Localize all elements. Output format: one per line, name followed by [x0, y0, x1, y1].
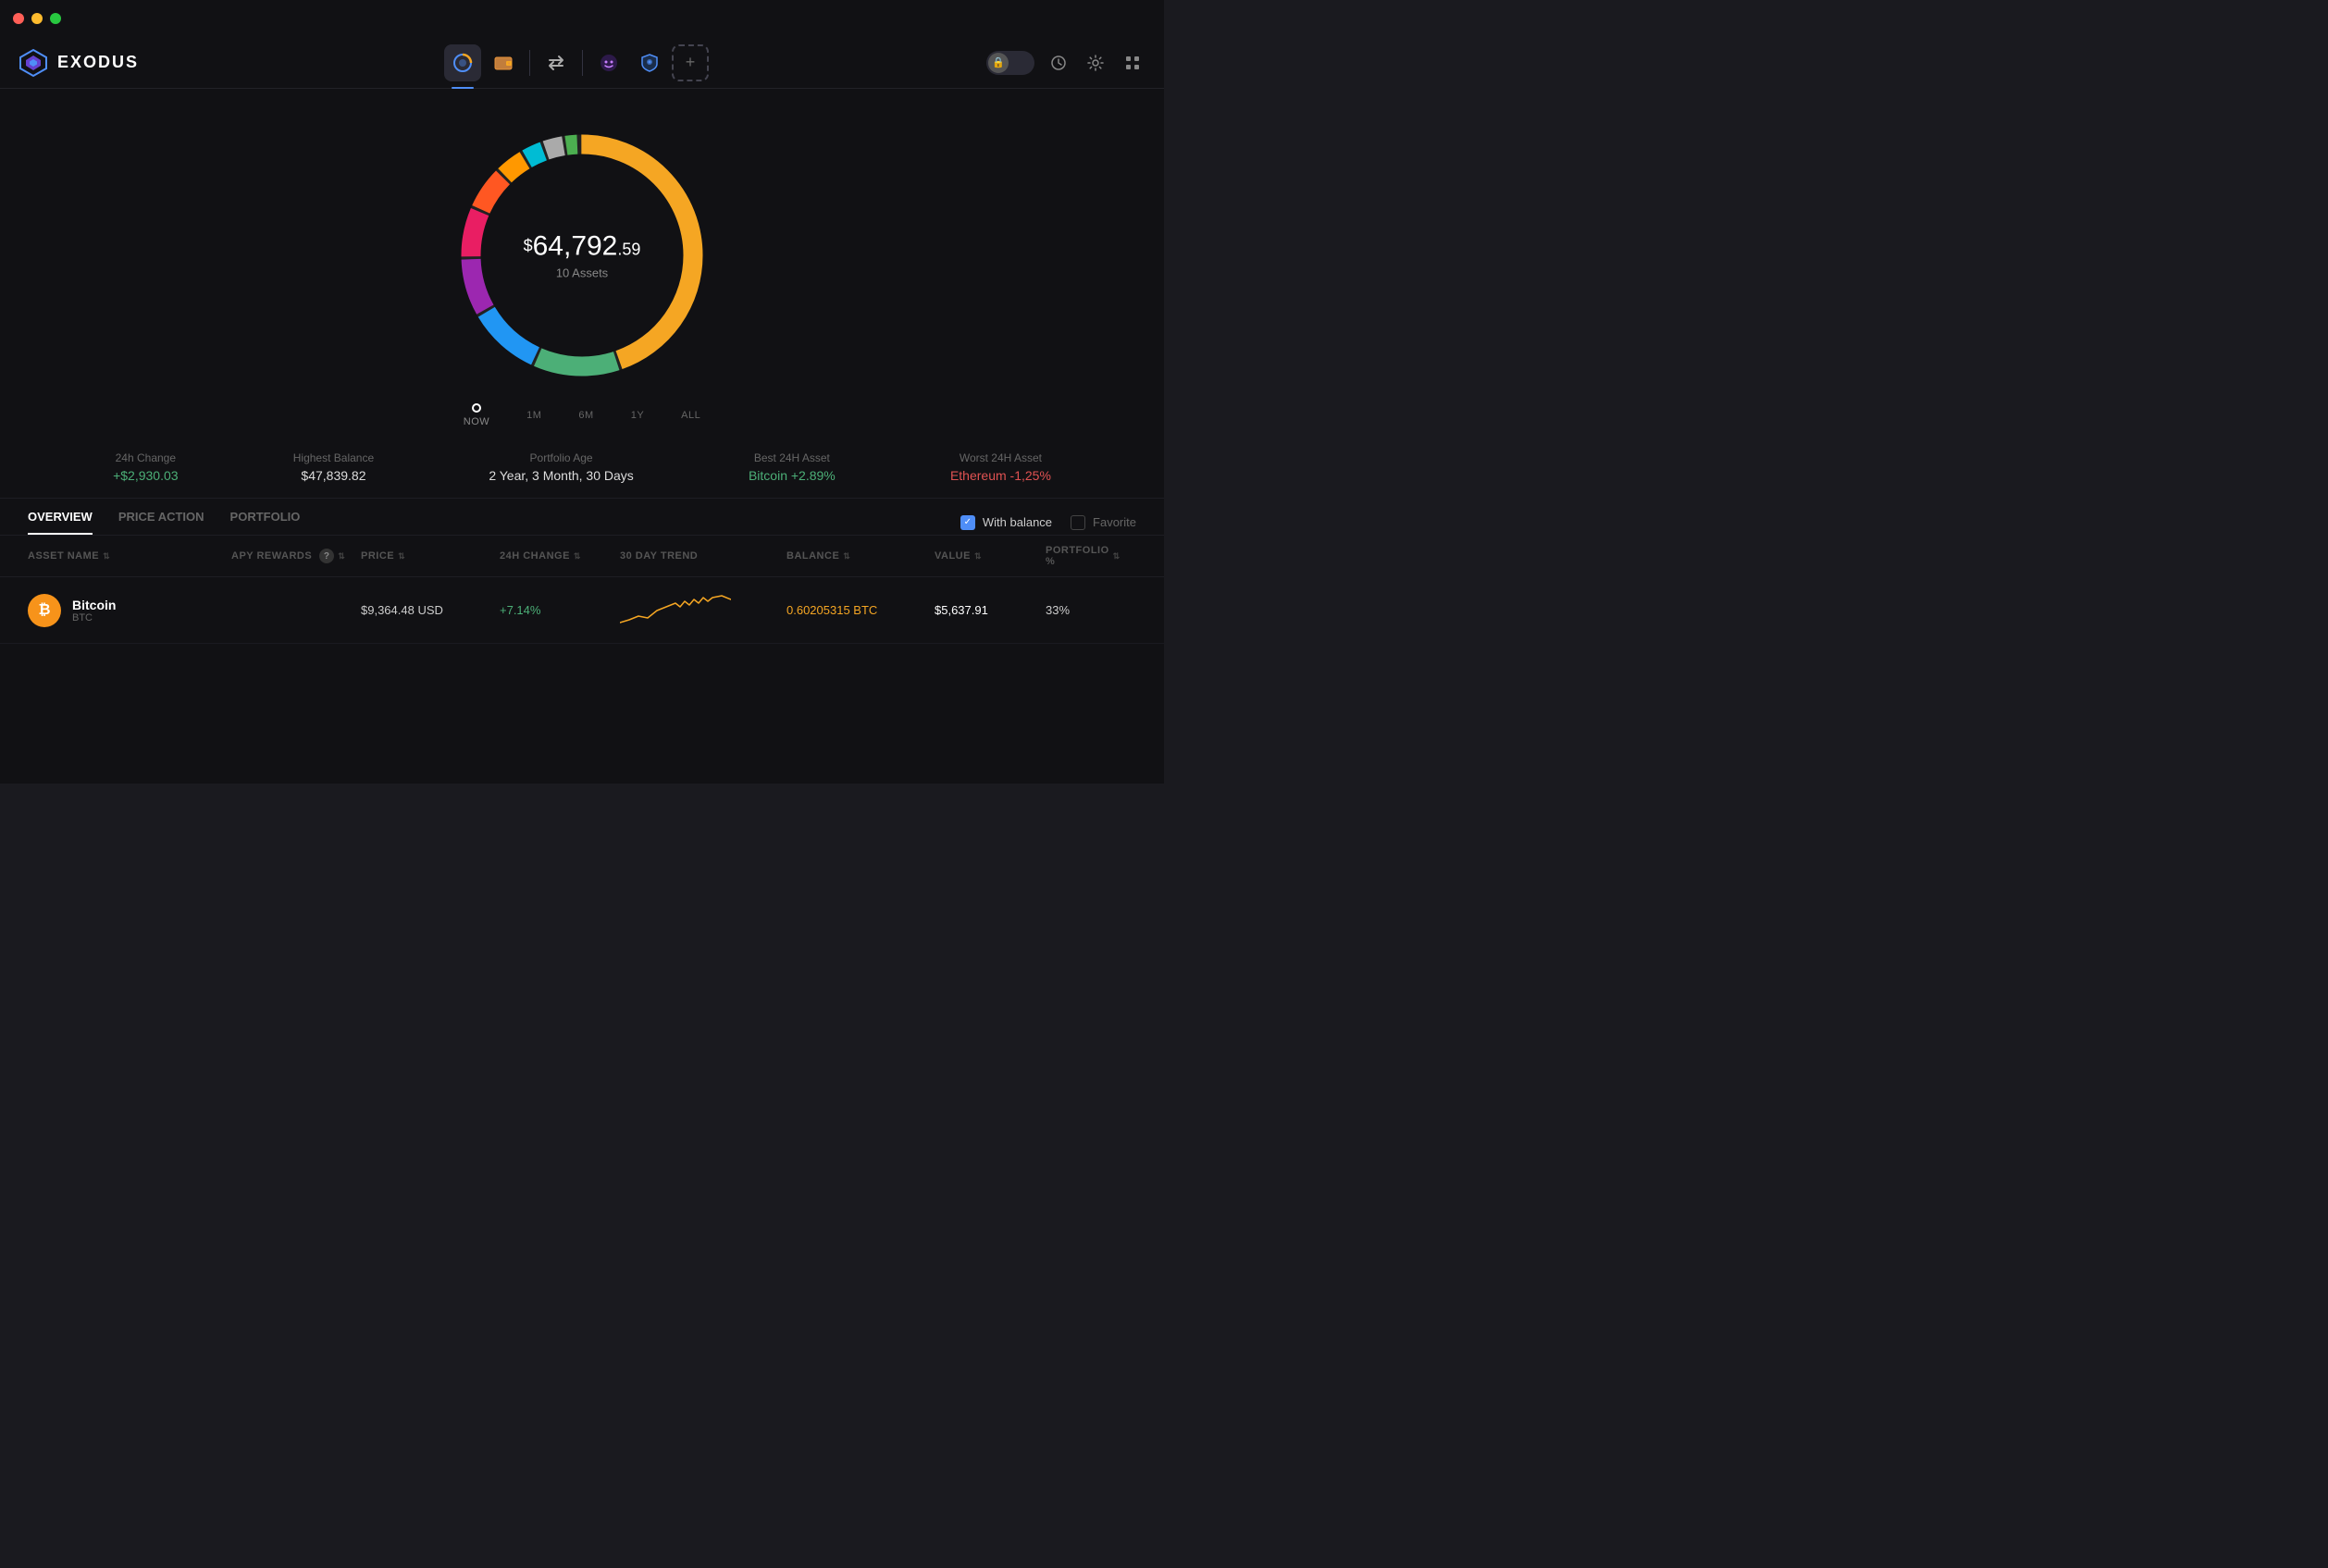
with-balance-checkbox[interactable]: ✓: [960, 515, 975, 530]
timeline-1y[interactable]: 1Y: [631, 410, 644, 421]
btc-balance: 0.60205315 BTC: [786, 603, 935, 617]
nav-divider-1: [529, 50, 530, 76]
maximize-button[interactable]: [50, 13, 61, 24]
col-asset-name[interactable]: ASSET NAME ⇅: [28, 545, 231, 567]
btc-sparkline-svg: [620, 590, 731, 627]
favorite-checkbox[interactable]: [1071, 515, 1085, 530]
wallet-icon: [493, 53, 514, 73]
sort-change-icon: ⇅: [574, 551, 581, 562]
minimize-button[interactable]: [31, 13, 43, 24]
timeline-1m[interactable]: 1M: [526, 410, 541, 421]
nav-exchange[interactable]: [538, 44, 575, 81]
logo-text: EXODUS: [57, 53, 139, 72]
favorite-control[interactable]: Favorite: [1071, 515, 1136, 530]
stat-highest-balance: Highest Balance $47,839.82: [293, 451, 374, 483]
sort-balance-icon: ⇅: [843, 551, 850, 562]
timeline-now[interactable]: NOW: [464, 403, 489, 427]
nav-right: 🔒: [986, 50, 1145, 76]
asset-cell-btc: ₿ Bitcoin BTC: [28, 594, 231, 627]
nav-portfolio[interactable]: [444, 44, 481, 81]
sort-apy-icon: ⇅: [338, 551, 345, 562]
btc-icon: ₿: [28, 594, 61, 627]
btc-portfolio-pct: 33%: [1046, 603, 1120, 617]
header: EXODUS: [0, 37, 1164, 89]
tab-overview[interactable]: OVERVIEW: [28, 510, 93, 535]
logo-area: EXODUS: [19, 48, 167, 78]
exchange-icon: [546, 53, 566, 73]
timeline: NOW 1M 6M 1Y ALL: [0, 394, 1164, 442]
stat-worst-24h: Worst 24H Asset Ethereum -1,25%: [950, 451, 1051, 483]
chart-section: $64,792.59 10 Assets: [0, 107, 1164, 394]
nav-add-button[interactable]: +: [672, 44, 709, 81]
settings-icon[interactable]: [1083, 50, 1108, 76]
timeline-6m[interactable]: 6M: [578, 410, 593, 421]
sort-portfolio-icon: ⇅: [1113, 551, 1121, 562]
exodus-logo-icon: [19, 48, 48, 78]
stat-portfolio-age: Portfolio Age 2 Year, 3 Month, 30 Days: [489, 451, 633, 483]
tab-right-controls: ✓ With balance Favorite: [960, 515, 1136, 530]
app1-icon: [599, 53, 619, 73]
sort-price-icon: ⇅: [398, 551, 405, 562]
btc-price: $9,364.48 USD: [361, 603, 500, 617]
col-value[interactable]: VALUE ⇅: [935, 545, 1046, 567]
titlebar: [0, 0, 1164, 37]
timeline-dot-indicator: [472, 403, 481, 413]
col-price[interactable]: PRICE ⇅: [361, 545, 500, 567]
col-30day-trend: 30 DAY TREND: [620, 545, 786, 567]
sort-value-icon: ⇅: [974, 551, 982, 562]
main-content: $64,792.59 10 Assets NOW 1M 6M 1Y ALL 24…: [0, 89, 1164, 784]
col-24h-change[interactable]: 24H CHANGE ⇅: [500, 545, 620, 567]
nav-app1[interactable]: [590, 44, 627, 81]
table-header: ASSET NAME ⇅ APY REWARDS ? ⇅ PRICE ⇅ 24H…: [0, 536, 1164, 577]
stats-row: 24h Change +$2,930.03 Highest Balance $4…: [0, 442, 1164, 499]
apy-help-icon[interactable]: ?: [319, 549, 334, 563]
with-balance-control[interactable]: ✓ With balance: [960, 515, 1052, 530]
tab-portfolio[interactable]: PORTFOLIO: [230, 510, 301, 535]
col-balance[interactable]: BALANCE ⇅: [786, 545, 935, 567]
nav-app2[interactable]: [631, 44, 668, 81]
stat-best-24h: Best 24H Asset Bitcoin +2.89%: [749, 451, 836, 483]
portfolio-value: $64,792.59: [524, 231, 641, 263]
btc-sparkline: [620, 590, 786, 630]
nav-divider-2: [582, 50, 583, 76]
donut-center: $64,792.59 10 Assets: [524, 231, 641, 280]
table-row[interactable]: ₿ Bitcoin BTC $9,364.48 USD +7.14% 0.602…: [0, 577, 1164, 644]
asset-count: 10 Assets: [524, 266, 641, 280]
btc-value: $5,637.91: [935, 603, 1046, 617]
with-balance-label: With balance: [983, 515, 1052, 529]
history-icon[interactable]: [1046, 50, 1071, 76]
col-portfolio-pct[interactable]: PORTFOLIO % ⇅: [1046, 545, 1120, 567]
tab-price-action[interactable]: PRICE ACTION: [118, 510, 204, 535]
add-icon: +: [686, 53, 696, 72]
nav-wallet[interactable]: [485, 44, 522, 81]
apps-grid-icon[interactable]: [1120, 50, 1145, 76]
asset-info-btc: Bitcoin BTC: [72, 598, 116, 623]
btc-change: +7.14%: [500, 603, 620, 617]
stat-24h-change: 24h Change +$2,930.03: [113, 451, 178, 483]
sort-asset-name-icon: ⇅: [103, 551, 110, 562]
col-apy-rewards[interactable]: APY REWARDS ? ⇅: [231, 545, 361, 567]
close-button[interactable]: [13, 13, 24, 24]
portfolio-icon: [452, 53, 473, 73]
lock-toggle[interactable]: 🔒: [986, 51, 1034, 75]
app2-icon: [639, 53, 660, 73]
tabs-section: OVERVIEW PRICE ACTION PORTFOLIO ✓ With b…: [0, 499, 1164, 536]
lock-icon: 🔒: [988, 53, 1009, 73]
timeline-all[interactable]: ALL: [681, 410, 700, 421]
favorite-label: Favorite: [1093, 515, 1136, 529]
nav-center: +: [167, 44, 986, 81]
donut-chart: $64,792.59 10 Assets: [443, 117, 721, 394]
